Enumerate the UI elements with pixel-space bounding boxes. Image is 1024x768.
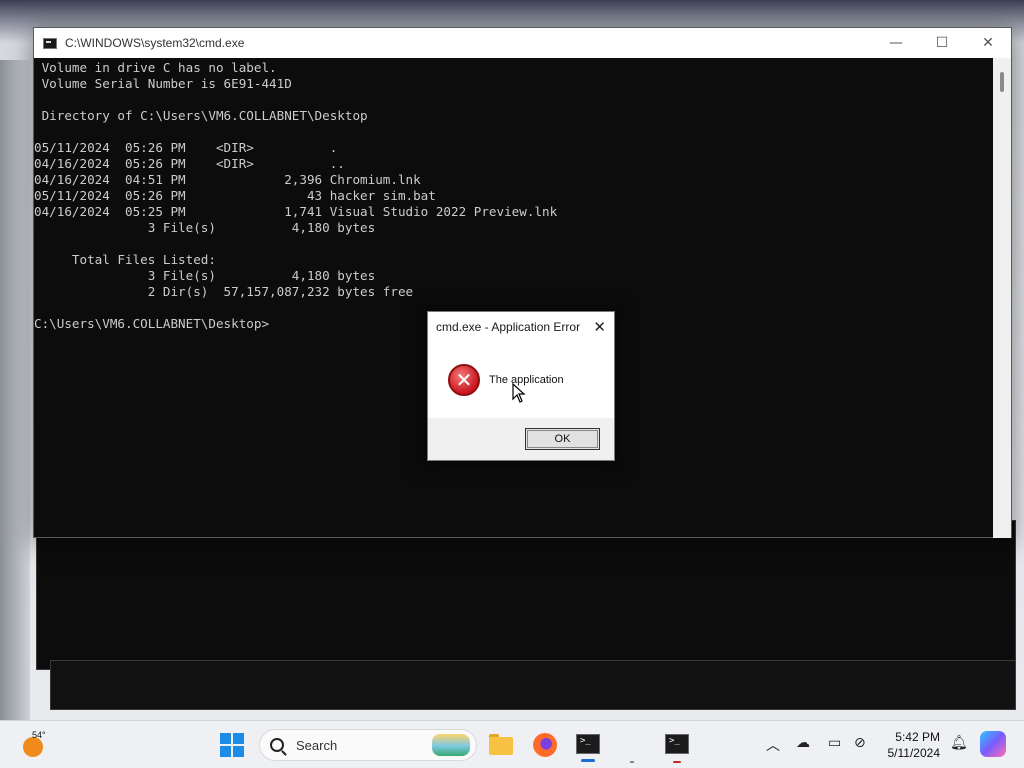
search-highlight-image xyxy=(432,734,470,756)
console-line: Volume in drive C has no label. xyxy=(34,60,277,75)
cmd-titlebar[interactable]: C:\WINDOWS\system32\cmd.exe — ☐ ✕ xyxy=(34,28,1011,58)
console-line: 3 File(s) 4,180 bytes xyxy=(34,220,376,235)
console-line: 2 Dir(s) 57,157,087,232 bytes free xyxy=(34,284,414,299)
dialog-message: The application xyxy=(489,374,564,386)
console-line: 05/11/2024 05:26 PM 43 hacker sim.bat xyxy=(34,188,436,203)
sun-icon xyxy=(23,737,43,757)
clock-time: 5:42 PM xyxy=(895,730,940,744)
background-console-window xyxy=(36,520,1016,670)
background-console-window-2 xyxy=(50,660,1016,710)
taskbar-clock[interactable]: 5:42 PM 5/11/2024 xyxy=(880,729,941,761)
active-app-indicator xyxy=(581,759,595,762)
network-icon[interactable]: ⊘ xyxy=(854,735,866,751)
taskbar-search-box[interactable]: Search xyxy=(259,729,477,761)
console-line: Total Files Listed: xyxy=(34,252,216,267)
windows-logo-icon xyxy=(220,733,231,744)
ok-button[interactable]: OK xyxy=(525,428,600,450)
taskbar: 54° Search ︿ ☁ ▭ ⊘ 5:42 PM 5/11/2024 🔔︎ xyxy=(0,720,1024,768)
chevron-up-icon[interactable]: ︿ xyxy=(766,735,780,755)
clock-date: 5/11/2024 xyxy=(887,746,941,760)
cmd-app-icon xyxy=(43,37,57,49)
start-button[interactable] xyxy=(220,733,244,757)
search-placeholder: Search xyxy=(296,737,338,753)
dialog-body: ✕ The application xyxy=(428,342,614,418)
attention-indicator xyxy=(673,761,681,763)
dialog-footer: OK xyxy=(428,418,614,460)
console-line: 04/16/2024 05:25 PM 1,741 Visual Studio … xyxy=(34,204,558,219)
dialog-title: cmd.exe - Application Error xyxy=(436,320,581,334)
cloud-offline-icon[interactable]: ☁ xyxy=(796,735,810,751)
dialog-titlebar[interactable]: cmd.exe - Application Error ✕ xyxy=(428,312,614,342)
search-icon xyxy=(270,738,284,752)
error-icon: ✕ xyxy=(448,364,480,396)
close-button[interactable]: ✕ xyxy=(965,28,1011,58)
console-line: 05/11/2024 05:26 PM <DIR> . xyxy=(34,140,338,155)
weather-temperature: 54° xyxy=(32,730,46,740)
mouse-cursor-icon xyxy=(512,383,526,403)
terminal-taskbar-icon[interactable] xyxy=(663,731,691,759)
background-window-edge xyxy=(0,60,30,720)
dialog-close-icon[interactable]: ✕ xyxy=(593,318,606,336)
console-line: 04/16/2024 04:51 PM 2,396 Chromium.lnk xyxy=(34,172,421,187)
console-line: Volume Serial Number is 6E91-441D xyxy=(34,76,292,91)
scrollbar-thumb[interactable] xyxy=(1000,72,1004,92)
console-scrollbar[interactable] xyxy=(993,58,1011,538)
window-controls: — ☐ ✕ xyxy=(873,28,1011,58)
running-indicator xyxy=(630,761,634,763)
console-line: 04/16/2024 05:26 PM <DIR> .. xyxy=(34,156,345,171)
cmd-window-title: C:\WINDOWS\system32\cmd.exe xyxy=(65,36,245,50)
copilot-icon[interactable] xyxy=(980,731,1006,757)
console-line: Directory of C:\Users\VM6.COLLABNET\Desk… xyxy=(34,108,368,123)
firefox-icon[interactable] xyxy=(531,731,559,759)
file-explorer-icon[interactable] xyxy=(487,731,515,759)
console-line: 3 File(s) 4,180 bytes xyxy=(34,268,376,283)
command-prompt-taskbar-icon[interactable] xyxy=(574,731,602,759)
notification-bell-icon[interactable]: 🔔︎ xyxy=(950,735,968,751)
minimize-button[interactable]: — xyxy=(873,28,919,58)
display-icon[interactable]: ▭ xyxy=(828,735,841,751)
maximize-button[interactable]: ☐ xyxy=(919,28,965,58)
